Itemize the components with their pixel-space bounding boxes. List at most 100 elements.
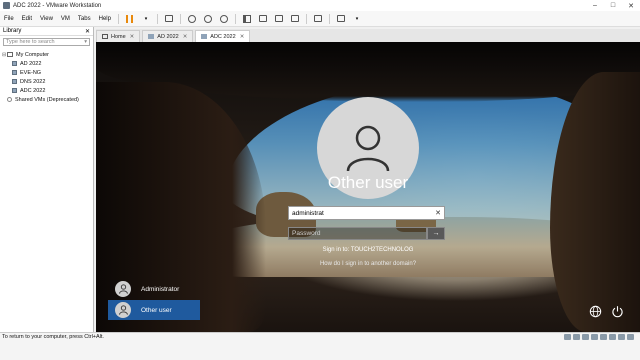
pause-button[interactable] xyxy=(125,14,135,24)
vm-console-screen[interactable]: Other user administrat ✕ Password → Sign… xyxy=(96,42,640,332)
vm-icon xyxy=(12,70,17,75)
power-icon[interactable] xyxy=(611,305,624,318)
network-adapter-icon[interactable] xyxy=(582,334,589,340)
display-icon[interactable] xyxy=(609,334,616,340)
tree-item-label: ADC 2022 xyxy=(20,87,46,94)
user-icon xyxy=(346,125,390,172)
menu-tabs[interactable]: Tabs xyxy=(74,16,95,22)
tree-item-vm[interactable]: AD 2022 xyxy=(2,59,91,68)
tree-item-label: AD 2022 xyxy=(20,60,42,67)
snapshot-manager-icon xyxy=(219,14,228,23)
vm-icon xyxy=(12,79,17,84)
another-domain-link[interactable]: How do I sign in to another domain? xyxy=(268,261,468,267)
terminal-icon xyxy=(313,15,322,22)
network-icon[interactable] xyxy=(589,305,602,318)
clear-icon[interactable]: ✕ xyxy=(435,209,441,217)
menu-file[interactable]: File xyxy=(0,16,18,22)
tree-item-label: Shared VMs (Deprecated) xyxy=(15,96,79,103)
vm-icon xyxy=(201,34,208,39)
username-input[interactable]: administrat ✕ xyxy=(288,206,445,220)
hard-disk-icon[interactable] xyxy=(564,334,571,340)
vm-tab-bar: Home ✕ AD 2022 ✕ ADC 2022 ✕ xyxy=(96,29,640,42)
tree-item-label: My Computer xyxy=(16,51,50,58)
snapshot-manager-button[interactable] xyxy=(219,14,229,24)
close-button[interactable]: ✕ xyxy=(622,0,640,11)
stretch-button[interactable] xyxy=(336,14,346,24)
library-view-icon xyxy=(242,14,251,23)
tab-close-icon[interactable]: ✕ xyxy=(240,34,245,40)
tab-adc-2022[interactable]: ADC 2022 ✕ xyxy=(195,30,251,42)
console-view-button[interactable] xyxy=(313,14,323,24)
sound-icon[interactable] xyxy=(600,334,607,340)
arrow-right-icon: → xyxy=(432,230,440,237)
account-other-user[interactable]: Other user xyxy=(108,300,200,320)
tree-item-label: EVE-NG xyxy=(20,69,42,76)
tree-item-label: DNS 2022 xyxy=(20,78,46,85)
computer-icon xyxy=(164,15,173,22)
account-avatar xyxy=(115,302,131,318)
menu-edit[interactable]: Edit xyxy=(18,16,36,22)
sign-in-domain-text: Sign in to: TOUCH2TECHNOLOG xyxy=(322,247,414,253)
pause-dropdown[interactable]: ▾ xyxy=(141,14,151,24)
library-title: Library xyxy=(3,28,22,34)
tab-label: ADC 2022 xyxy=(210,33,236,40)
minimize-button[interactable]: – xyxy=(586,0,604,11)
full-screen-icon xyxy=(274,15,283,22)
username-value: administrat xyxy=(292,209,324,217)
snapshot-button[interactable] xyxy=(187,14,197,24)
submit-arrow-button[interactable]: → xyxy=(427,227,445,240)
tab-close-icon[interactable]: ✕ xyxy=(183,34,188,40)
password-input[interactable]: Password xyxy=(288,227,427,240)
thumbnail-icon xyxy=(258,15,267,22)
menu-vm[interactable]: VM xyxy=(57,16,74,22)
title-bar: ADC 2022 - VMware Workstation – □ ✕ xyxy=(0,0,640,11)
full-screen-button[interactable] xyxy=(274,14,284,24)
status-text: To return to your computer, press Ctrl+A… xyxy=(2,334,104,340)
tree-item-vm[interactable]: DNS 2022 xyxy=(2,77,91,86)
account-administrator[interactable]: Administrator xyxy=(108,279,200,299)
usb-icon[interactable] xyxy=(591,334,598,340)
tab-close-icon[interactable]: ✕ xyxy=(130,34,135,40)
tab-label: AD 2022 xyxy=(157,33,179,40)
toolbar-separator xyxy=(117,13,119,24)
maximize-button[interactable]: □ xyxy=(604,0,622,11)
user-title: Other user xyxy=(327,173,409,192)
pause-icon xyxy=(126,14,134,23)
tree-item-vm[interactable]: EVE-NG xyxy=(2,68,91,77)
library-search-input[interactable]: Type here to search ▾ xyxy=(3,38,90,46)
printer-icon[interactable] xyxy=(618,334,625,340)
tree-item-vm[interactable]: ADC 2022 xyxy=(2,86,91,95)
library-search-placeholder: Type here to search xyxy=(6,39,55,45)
password-placeholder: Password xyxy=(292,230,321,237)
unity-icon xyxy=(290,15,299,22)
send-ctrl-alt-del-button[interactable] xyxy=(164,14,174,24)
library-pane: Library ✕ Type here to search ▾ ⊟ My Com… xyxy=(0,27,94,332)
search-dropdown-icon[interactable]: ▾ xyxy=(84,39,87,45)
menu-view[interactable]: View xyxy=(36,16,57,22)
stretch-dropdown[interactable]: ▾ xyxy=(352,14,362,24)
tree-item-my-computer[interactable]: ⊟ My Computer xyxy=(2,50,91,59)
revert-snapshot-button[interactable] xyxy=(203,14,213,24)
thumbnail-bar-button[interactable] xyxy=(258,14,268,24)
show-library-button[interactable] xyxy=(242,14,252,24)
menu-help[interactable]: Help xyxy=(95,16,115,22)
user-icon xyxy=(118,305,128,315)
cd-rom-icon[interactable] xyxy=(573,334,580,340)
message-icon[interactable] xyxy=(627,334,634,340)
status-bar: To return to your computer, press Ctrl+A… xyxy=(0,332,640,360)
stretch-icon xyxy=(336,15,345,22)
library-close-icon[interactable]: ✕ xyxy=(85,28,90,35)
vm-icon xyxy=(148,34,155,39)
account-avatar xyxy=(115,281,131,297)
tree-item-shared-vms[interactable]: Shared VMs (Deprecated) xyxy=(2,95,91,104)
toolbar-separator xyxy=(156,13,158,24)
shared-vms-icon xyxy=(7,97,12,102)
library-header: Library ✕ xyxy=(0,27,93,36)
library-tree: ⊟ My Computer AD 2022 EVE-NG DNS 2022 AD… xyxy=(0,48,93,106)
tab-home[interactable]: Home ✕ xyxy=(96,30,141,42)
toolbar-separator xyxy=(179,13,181,24)
device-status-icons xyxy=(564,334,634,340)
tab-ad-2022[interactable]: AD 2022 ✕ xyxy=(142,30,194,42)
unity-button[interactable] xyxy=(290,14,300,24)
toolbar-separator xyxy=(328,13,330,24)
